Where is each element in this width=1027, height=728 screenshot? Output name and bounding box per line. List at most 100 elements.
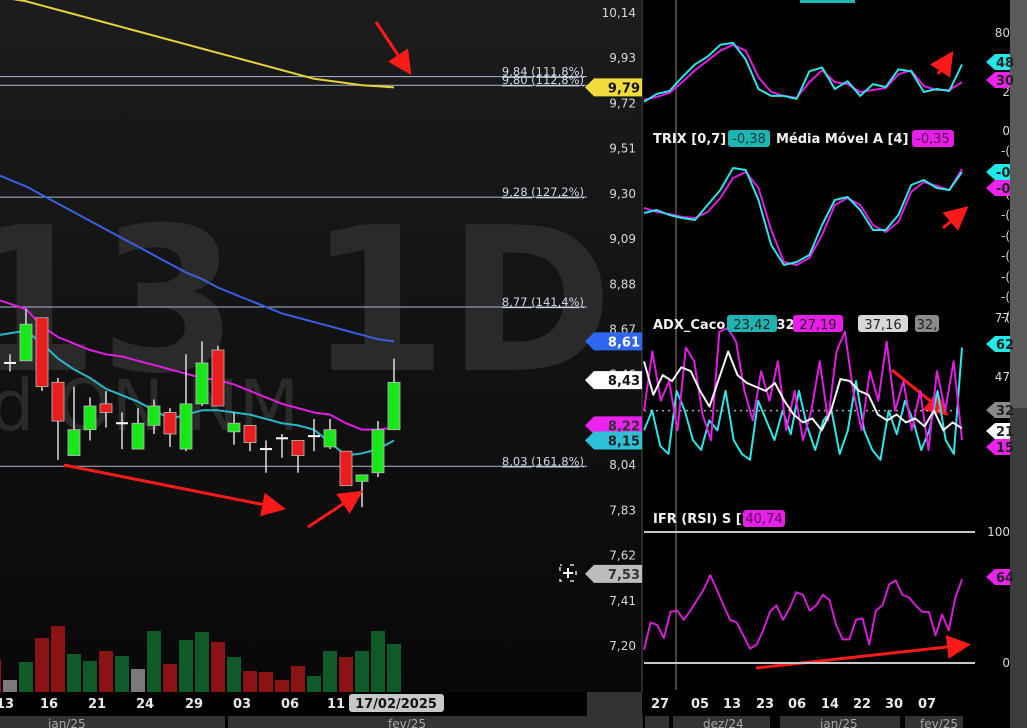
price-tag: 7,53 <box>585 564 642 583</box>
date-label: 13 <box>0 697 14 712</box>
trix-value: -0,38 <box>732 132 766 147</box>
indicator-axis-tick: -( <box>1001 144 1010 158</box>
indicator-tag-label: 21 <box>996 425 1014 440</box>
adx-title: ADX_Caco [3 8 3 32] <box>653 318 801 333</box>
indicator-axis-tick: -( <box>1001 229 1010 243</box>
volume-bar <box>259 672 273 692</box>
month-jan <box>0 716 225 728</box>
date-label: 22 <box>853 697 871 712</box>
candle-body <box>35 317 49 388</box>
month-label: fev/25 <box>388 717 426 728</box>
price-tick: 9,09 <box>609 232 636 246</box>
trading-chart[interactable]: 13 1D d ON NM 9,84 (111,8%)9,80 (112,8%)… <box>0 0 1027 728</box>
current-date-badge: 17/02/2025 <box>349 694 444 712</box>
candle-body <box>339 450 353 487</box>
indicator-tag-label: 32 <box>996 404 1014 419</box>
indicator-tag-label: 48 <box>996 56 1014 71</box>
volume-bar <box>323 651 337 692</box>
candle-body <box>387 381 401 431</box>
volume-bar <box>51 626 65 692</box>
candle-body <box>179 403 193 450</box>
date-label: 06 <box>788 697 806 712</box>
indicator-axis-tick: -( <box>1001 249 1010 263</box>
trix-ma-title: Média Móvel A [4] <box>776 132 908 147</box>
volume-bar <box>307 676 321 692</box>
price-tag: 8,61 <box>585 332 642 351</box>
month-label: jan/25 <box>47 717 86 728</box>
volume-bar <box>19 662 33 692</box>
candle-body <box>371 429 385 474</box>
price-tick: 10,14 <box>602 6 636 20</box>
price-tag-label: 7,53 <box>608 568 640 583</box>
candle <box>339 450 353 487</box>
price-tick: 9,30 <box>609 187 636 201</box>
date-label: 29 <box>185 697 203 712</box>
trix-title: TRIX [0,7] <box>653 132 726 147</box>
fib-label: 8,77 (141,4%) <box>502 295 584 309</box>
indicator-axis-tick: -( <box>1001 270 1010 284</box>
indicator-tag-label: 62 <box>996 338 1014 353</box>
adx-badge-value: 32, <box>917 318 938 333</box>
candle <box>371 421 385 478</box>
price-tag: 9,79 <box>585 78 642 97</box>
candle-body <box>131 422 145 450</box>
candle <box>211 345 225 407</box>
volume-bar <box>371 631 385 692</box>
volume-bar <box>195 632 209 692</box>
month-prev <box>645 716 669 728</box>
volume-bar <box>291 666 305 692</box>
date-label: 03 <box>233 697 251 712</box>
candle-body <box>211 349 225 407</box>
indicator-tag-label: 30 <box>996 74 1014 89</box>
date-label: 07 <box>918 697 936 712</box>
volume-bar <box>387 644 401 692</box>
volume-bar <box>163 664 177 692</box>
date-label: 24 <box>136 697 154 712</box>
indicator-axis-tick: -( <box>1001 290 1010 304</box>
adx-badge-value: 37,16 <box>864 318 901 333</box>
hidden-label-badge <box>800 0 855 3</box>
date-label: 30 <box>885 697 903 712</box>
indicator-date-labels: 27 05 13 23 06 14 22 30 07 <box>651 697 936 712</box>
candle-body <box>323 429 337 448</box>
price-tag-label: 8,61 <box>608 335 640 350</box>
volume-bar <box>67 654 81 692</box>
volume-bar <box>339 657 353 692</box>
indicator-tag-label: -0 <box>996 166 1010 181</box>
date-label: 13 <box>723 697 741 712</box>
date-label: 27 <box>651 697 669 712</box>
price-tag-label: 8,43 <box>608 374 640 389</box>
candle-body <box>83 405 97 431</box>
date-label: 06 <box>281 697 299 712</box>
indicator-axis-tick: -( <box>1001 208 1010 222</box>
candle-body <box>67 429 81 456</box>
adx-badge-value: 23,42 <box>733 318 770 333</box>
price-tick: 9,51 <box>609 142 636 156</box>
indicator-axis-tick: 77 <box>995 311 1010 325</box>
fib-label: 9,28 (127,2%) <box>502 185 584 199</box>
indicator-axis-tick: 100 <box>987 525 1010 539</box>
volume-bar <box>0 659 1 692</box>
price-tick: 7,20 <box>609 639 636 653</box>
month-label: dez/24 <box>703 717 744 728</box>
month-label: jan/25 <box>819 717 858 728</box>
indicator-axis-tick: 0 <box>1002 124 1010 138</box>
indicator-panel-bg <box>642 0 1010 692</box>
price-tick: 8,88 <box>609 277 636 291</box>
date-label: 14 <box>821 697 839 712</box>
fib-label: 8,03 (161,8%) <box>502 454 584 468</box>
volume-bar <box>131 669 145 692</box>
price-tick: 7,41 <box>609 594 636 608</box>
indicator-axis-tick: 0 <box>1002 656 1010 670</box>
price-tick: 8,04 <box>609 458 636 472</box>
price-tick: 7,62 <box>609 549 636 563</box>
indicator-axis-tick: 47 <box>995 370 1010 384</box>
candle-body <box>355 474 369 482</box>
price-tag: 8,15 <box>585 431 642 450</box>
candle-body <box>163 412 177 435</box>
adx-value-badges: 23,42 27,19 37,16 32, <box>727 315 939 333</box>
candle <box>35 317 49 391</box>
adx-badge-value: 27,19 <box>799 318 836 333</box>
price-tick: 9,93 <box>609 51 636 65</box>
price-tick: 9,72 <box>609 96 636 110</box>
